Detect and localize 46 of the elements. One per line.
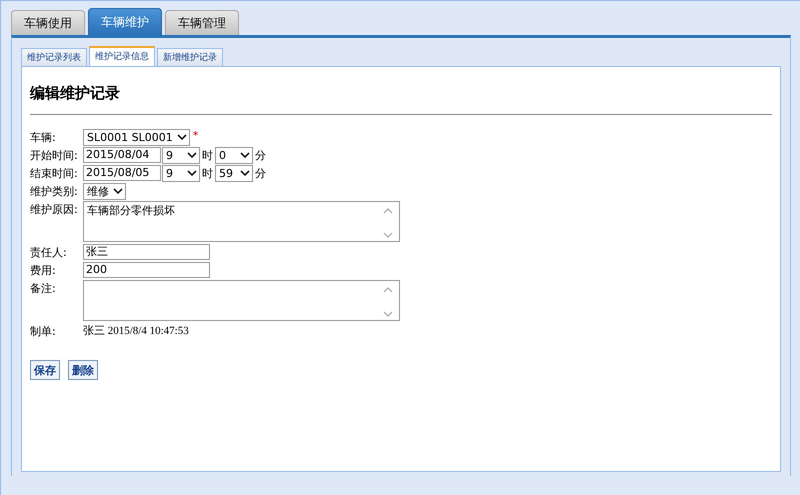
hour-select[interactable]: 9 — [162, 147, 200, 164]
minute-select[interactable]: 0 — [215, 147, 253, 164]
text-area[interactable]: 车辆部分零件损坏 — [83, 201, 400, 242]
text-area[interactable] — [83, 280, 400, 321]
minute-unit: 分 — [254, 166, 267, 182]
date-field[interactable]: 2015/08/04 — [83, 147, 161, 163]
tab[interactable]: 车辆使用 — [11, 10, 85, 35]
field-label: 费用: — [30, 263, 57, 279]
scroll-down-icon[interactable] — [383, 311, 393, 317]
date-field[interactable]: 2015/08/05 — [83, 165, 161, 181]
hour-unit: 时 — [201, 166, 214, 182]
chevron-down-icon — [240, 170, 250, 177]
sub-tab[interactable]: 维护记录列表 — [21, 48, 87, 66]
chevron-down-icon — [113, 188, 123, 195]
minute-select[interactable]: 59 — [215, 165, 253, 182]
scroll-up-icon[interactable] — [383, 208, 393, 214]
tab[interactable]: 车辆管理 — [165, 10, 239, 35]
action-button[interactable]: 删除 — [68, 360, 98, 380]
field-label: 开始时间: — [30, 148, 79, 164]
field-label: 维护原因: — [30, 202, 79, 218]
field-label: 维护类别: — [30, 184, 79, 200]
sub-tab[interactable]: 新增维护记录 — [157, 48, 223, 66]
select-field[interactable]: SL0001 SL0001 — [83, 129, 190, 146]
chevron-down-icon — [176, 134, 187, 141]
field-label: 备注: — [30, 281, 57, 297]
scroll-down-icon[interactable] — [383, 232, 393, 238]
chevron-down-icon — [187, 170, 197, 177]
field-label: 制单: — [30, 324, 57, 340]
scroll-up-icon[interactable] — [383, 287, 393, 293]
creator-text: 张三 2015/8/4 10:47:53 — [83, 324, 189, 339]
select-field[interactable]: 维修 — [83, 183, 126, 200]
hour-unit: 时 — [201, 148, 214, 164]
page-title: 编辑维护记录 — [30, 83, 121, 104]
tab[interactable]: 车辆维护 — [88, 8, 162, 35]
required-mark: * — [192, 129, 198, 143]
sub-tab[interactable]: 维护记录信息 — [89, 46, 155, 66]
text-field[interactable]: 张三 — [83, 244, 210, 260]
chevron-down-icon — [240, 152, 250, 159]
minute-unit: 分 — [254, 148, 267, 164]
field-label: 车辆: — [30, 130, 57, 146]
action-button[interactable]: 保存 — [30, 360, 60, 380]
text-field[interactable]: 200 — [83, 262, 210, 278]
field-label: 结束时间: — [30, 166, 79, 182]
field-label: 责任人: — [30, 245, 68, 261]
chevron-down-icon — [187, 152, 197, 159]
hour-select[interactable]: 9 — [162, 165, 200, 182]
